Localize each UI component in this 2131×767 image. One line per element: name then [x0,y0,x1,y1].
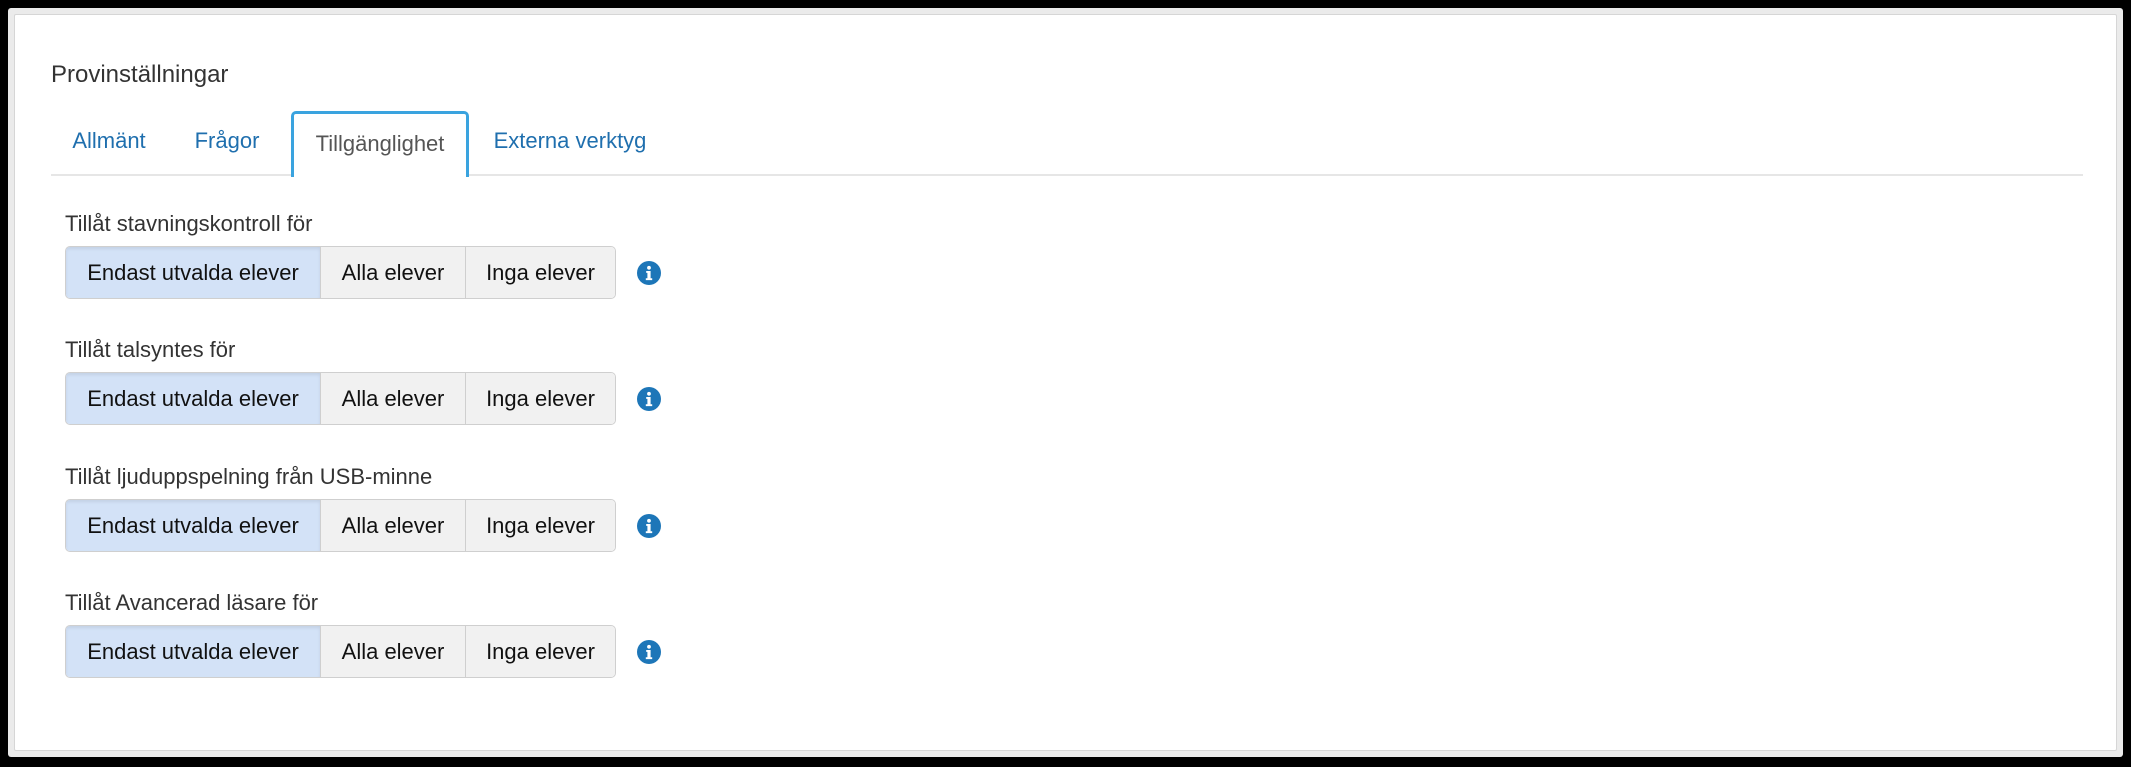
spellcheck-option-all-students[interactable]: Alla elever [320,247,465,298]
usb-audio-option-no-students[interactable]: Inga elever [465,500,615,551]
text-to-speech-segmented-control: Endast utvalda elever Alla elever Inga e… [65,372,616,425]
spellcheck-option-selected-students[interactable]: Endast utvalda elever [66,247,320,298]
advanced-reader-option-no-students[interactable]: Inga elever [465,626,615,677]
info-icon[interactable] [637,640,661,664]
text-to-speech-option-selected-students[interactable]: Endast utvalda elever [66,373,320,424]
tab-questions[interactable]: Frågor [167,111,287,174]
usb-audio-option-all-students[interactable]: Alla elever [320,500,465,551]
usb-audio-option-selected-students[interactable]: Endast utvalda elever [66,500,320,551]
setting-label-usb-audio: Tillåt ljuduppspelning från USB-minne [65,464,433,489]
panel-title: Provinställningar [51,61,229,88]
setting-label-text-to-speech: Tillåt talsyntes för [65,337,236,362]
setting-label-spellcheck: Tillåt stavningskontroll för [65,211,313,236]
setting-label-advanced-reader: Tillåt Avancerad läsare för [65,590,319,615]
info-icon[interactable] [637,514,661,538]
text-to-speech-option-all-students[interactable]: Alla elever [320,373,465,424]
tab-general[interactable]: Allmänt [51,111,167,174]
advanced-reader-segmented-control: Endast utvalda elever Alla elever Inga e… [65,625,616,678]
info-icon[interactable] [637,387,661,411]
spellcheck-segmented-control: Endast utvalda elever Alla elever Inga e… [65,246,616,299]
spellcheck-option-no-students[interactable]: Inga elever [465,247,615,298]
text-to-speech-option-no-students[interactable]: Inga elever [465,373,615,424]
advanced-reader-option-selected-students[interactable]: Endast utvalda elever [66,626,320,677]
usb-audio-segmented-control: Endast utvalda elever Alla elever Inga e… [65,499,616,552]
tab-accessibility[interactable]: Tillgänglighet [291,111,469,177]
window-frame: Provinställningar Allmänt Frågor Tillgän… [8,8,2123,757]
tab-external-tools[interactable]: Externa verktyg [475,111,665,174]
tab-bar: Allmänt Frågor Tillgänglighet Externa ve… [51,111,2083,177]
settings-panel: Provinställningar Allmänt Frågor Tillgän… [14,14,2117,751]
info-icon[interactable] [637,261,661,285]
advanced-reader-option-all-students[interactable]: Alla elever [320,626,465,677]
